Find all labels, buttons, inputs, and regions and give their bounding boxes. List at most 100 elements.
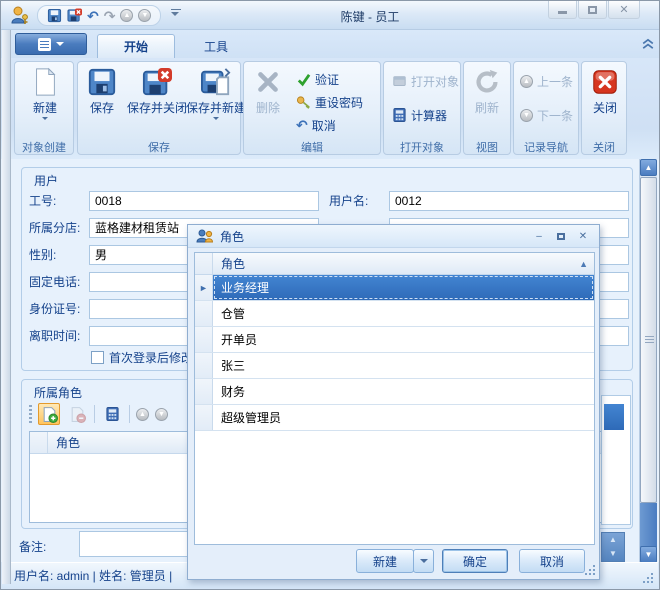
dropdown-icon xyxy=(213,117,219,120)
close-form-button[interactable]: 关闭 xyxy=(585,66,625,116)
qat-customize-button[interactable] xyxy=(171,9,181,16)
next-record-icon: ▼ xyxy=(520,108,533,122)
role-row[interactable]: 超级管理员 xyxy=(195,405,594,431)
new-button[interactable]: 新建 xyxy=(23,66,67,120)
role-row-selected[interactable]: ► 业务经理 xyxy=(195,275,594,301)
dialog-ok-button[interactable]: 确定 xyxy=(442,549,508,573)
key-icon xyxy=(296,95,310,109)
role-row[interactable]: 开单员 xyxy=(195,327,594,353)
roles-dialog-icon xyxy=(196,229,214,242)
emp-no-input[interactable]: 0018 xyxy=(89,191,319,211)
user-name-input[interactable]: 0012 xyxy=(389,191,629,211)
ribbon-collapse-icon[interactable] xyxy=(642,38,654,50)
toolbar-drag-handle[interactable] xyxy=(29,405,32,423)
refresh-button[interactable]: 刷新 xyxy=(466,66,508,116)
dialog-roles-grid: 角色 ▲ ► 业务经理 仓管 开单员 张三 财务 超级管理员 xyxy=(194,252,595,545)
vertical-scrollbar[interactable]: ▲ ▼ xyxy=(639,159,657,563)
add-role-icon[interactable] xyxy=(38,403,60,425)
delete-icon xyxy=(258,72,278,92)
statusbar-text: 用户名: admin | 姓名: 管理员 | xyxy=(14,569,173,583)
branch-label: 所属分店: xyxy=(29,221,81,235)
move-up-icon[interactable]: ▲ xyxy=(136,407,149,421)
ribbon-group-save: 保存 保存并关闭 保存并新建 保存 xyxy=(77,61,246,155)
save-button[interactable]: 保存 xyxy=(82,66,122,116)
group-label-save: 保存 xyxy=(148,142,170,154)
dialog-maximize-button[interactable] xyxy=(553,229,569,243)
dropdown-icon xyxy=(42,117,48,120)
prev-record-icon: ▲ xyxy=(520,74,533,88)
user-name-label: 用户名: xyxy=(329,194,369,208)
app-window: ↶ ↷ ▲ ▼ 陈键 - 员工 ✕ 开始 工具 新建 对象创建 保存 保存并关闭… xyxy=(0,0,660,590)
dialog-close-button[interactable]: ✕ xyxy=(575,229,591,243)
inner-scrollbar-sliver[interactable]: ▲ ▼ xyxy=(601,532,625,562)
prev-record-icon[interactable]: ▲ xyxy=(120,9,134,22)
calculator-button[interactable]: 计算器 xyxy=(392,104,447,126)
tab-tools[interactable]: 工具 xyxy=(181,34,251,58)
reset-password-button[interactable]: 重设密码 xyxy=(296,91,363,113)
phone-label: 固定电话: xyxy=(29,275,81,289)
maximize-button[interactable] xyxy=(578,1,607,19)
first-login-label: 首次登录后修改 xyxy=(109,351,194,365)
window-resize-grip[interactable] xyxy=(642,572,654,584)
minimize-button[interactable] xyxy=(548,1,577,19)
ribbon-group-create: 新建 对象创建 xyxy=(14,61,74,155)
dialog-grid-header: 角色 ▲ xyxy=(195,253,594,275)
first-login-checkbox[interactable] xyxy=(91,351,104,364)
roles-calculator-icon[interactable] xyxy=(101,403,123,425)
right-grid-selected-row-sliver xyxy=(604,404,624,430)
refresh-icon xyxy=(476,69,498,93)
open-object-button[interactable]: 打开对象 xyxy=(392,70,459,92)
ribbon-group-edit: 删除 验证 重设密码 ↶ 取消 编辑 xyxy=(243,61,381,155)
role-row[interactable]: 仓管 xyxy=(195,301,594,327)
tab-start[interactable]: 开始 xyxy=(97,34,175,58)
scrollbar-thumb[interactable] xyxy=(640,177,657,503)
scrollbar-up-button[interactable]: ▲ xyxy=(640,159,657,176)
save-close-icon[interactable] xyxy=(67,8,82,23)
redo-icon[interactable]: ↷ xyxy=(104,9,116,23)
right-grid-sliver xyxy=(601,395,631,525)
next-record-icon[interactable]: ▼ xyxy=(138,9,152,22)
undo-icon[interactable]: ↶ xyxy=(87,9,99,23)
scroll-up-icon: ▲ xyxy=(609,535,617,544)
role-row[interactable]: 张三 xyxy=(195,353,594,379)
dialog-grid-header-cell[interactable]: 角色 ▲ xyxy=(213,253,594,274)
scrollbar-track-fill[interactable] xyxy=(640,503,657,547)
maximize-icon xyxy=(588,5,597,14)
save-and-close-button[interactable]: 保存并关闭 xyxy=(124,66,190,116)
validate-button[interactable]: 验证 xyxy=(296,68,339,90)
next-record-button[interactable]: ▼ 下一条 xyxy=(520,104,573,126)
group-label-create: 对象创建 xyxy=(22,142,66,154)
dialog-maximize-icon xyxy=(557,232,565,240)
dialog-new-button[interactable]: 新建 xyxy=(356,549,414,573)
dialog-minimize-button[interactable]: – xyxy=(531,229,547,243)
remove-role-icon[interactable] xyxy=(66,403,88,425)
close-button[interactable]: ✕ xyxy=(608,1,640,19)
quick-access-toolbar: ↶ ↷ ▲ ▼ xyxy=(37,5,162,26)
delete-button[interactable]: 删除 xyxy=(248,66,288,116)
application-menu-icon xyxy=(38,37,51,51)
scrollbar-down-button[interactable]: ▼ xyxy=(640,546,657,563)
id-card-label: 身份证号: xyxy=(29,302,81,316)
role-row[interactable]: 财务 xyxy=(195,379,594,405)
group-label-open: 打开对象 xyxy=(400,142,444,154)
cancel-button[interactable]: ↶ 取消 xyxy=(296,114,336,136)
previous-record-button[interactable]: ▲ 上一条 xyxy=(520,70,573,92)
close-icon: ✕ xyxy=(619,4,629,16)
dialog-cancel-button[interactable]: 取消 xyxy=(519,549,585,573)
save-and-new-button[interactable]: 保存并新建 xyxy=(186,66,246,120)
ribbon-group-close: 关闭 关闭 xyxy=(581,61,627,155)
check-icon xyxy=(297,73,311,86)
dialog-resize-grip[interactable] xyxy=(584,564,596,576)
group-label-view: 视图 xyxy=(476,142,498,154)
emp-no-label: 工号: xyxy=(29,194,57,208)
minimize-icon xyxy=(558,11,567,14)
move-down-icon[interactable]: ▼ xyxy=(155,407,168,421)
save-icon[interactable] xyxy=(47,8,62,23)
group-label-nav: 记录导航 xyxy=(524,142,568,154)
calculator-icon xyxy=(393,107,406,123)
application-menu-button[interactable] xyxy=(15,33,87,55)
group-label-edit: 编辑 xyxy=(301,142,323,154)
dialog-new-dropdown-button[interactable] xyxy=(413,549,434,573)
sort-ascending-icon[interactable]: ▲ xyxy=(579,259,588,269)
ribbon-group-view: 刷新 视图 xyxy=(463,61,511,155)
